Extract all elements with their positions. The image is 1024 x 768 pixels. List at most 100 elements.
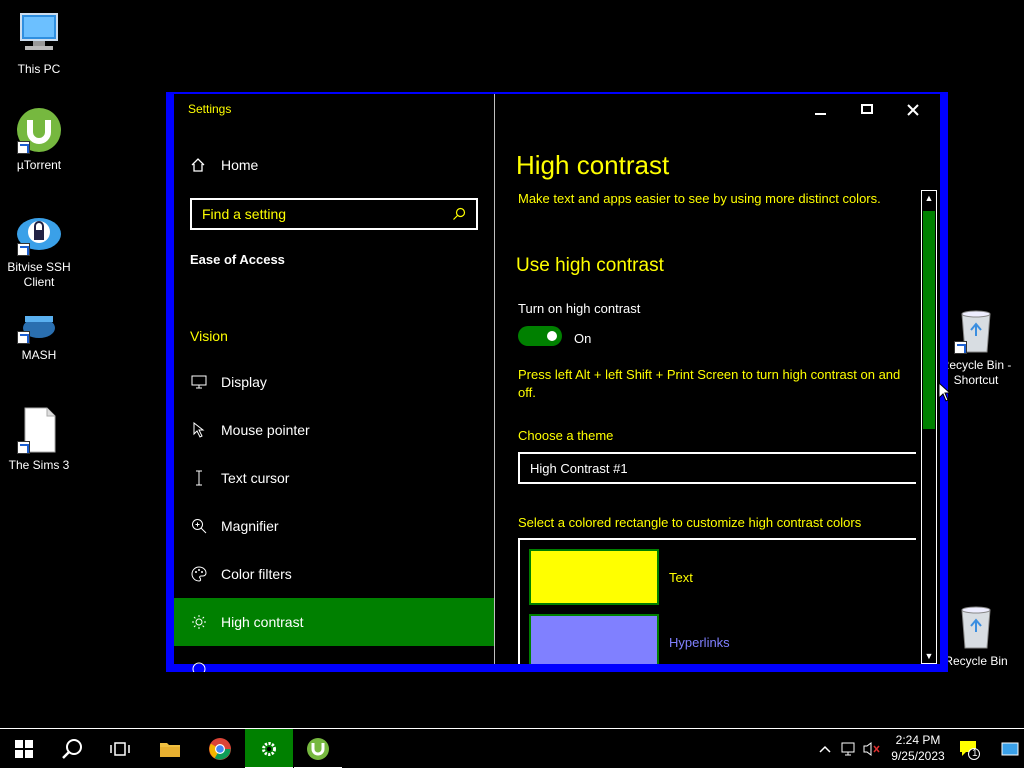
nav-item-label: Magnifier — [221, 518, 279, 534]
text-color-swatch[interactable] — [529, 549, 659, 605]
window-title: Settings — [188, 102, 232, 116]
scroll-up-arrow-icon[interactable]: ▲ — [922, 191, 936, 205]
search-box[interactable] — [190, 198, 478, 230]
volume-muted-icon — [863, 742, 880, 756]
nav-item-icon — [190, 660, 208, 672]
text-cursor-icon — [190, 469, 208, 487]
search-button[interactable] — [48, 729, 96, 768]
clock-date: 9/25/2023 — [891, 749, 945, 763]
theme-label: Choose a theme — [518, 428, 614, 443]
network-icon — [841, 742, 855, 756]
nav-item-label: High contrast — [221, 614, 304, 630]
mash-icon — [15, 312, 63, 344]
desktop-icon-bitvise[interactable]: Bitvise SSH Client — [1, 208, 77, 290]
toggle-state-label: On — [574, 331, 592, 346]
vertical-scrollbar[interactable]: ▲ ▼ — [921, 190, 937, 664]
settings-nav-pane: Settings Home Ease of Access Vision D — [174, 94, 494, 672]
toggle-label: Turn on high contrast — [518, 301, 641, 316]
maximize-button[interactable] — [844, 96, 890, 124]
utorrent-icon — [15, 106, 63, 154]
nav-item-display[interactable]: Display — [174, 358, 494, 406]
color-swatch-panel: Text Hyperlinks — [518, 538, 916, 664]
windows-logo-icon — [15, 740, 33, 758]
close-icon — [907, 104, 919, 116]
shortcut-arrow-icon — [17, 441, 30, 454]
maximize-icon — [861, 104, 873, 114]
utorrent-taskbar-button[interactable] — [294, 729, 342, 768]
shortcut-arrow-icon — [954, 341, 967, 354]
desktop-icon-this-pc[interactable]: This PC — [1, 10, 77, 77]
nav-item-color-filters[interactable]: Color filters — [174, 550, 494, 598]
settings-window: Settings Home Ease of Access Vision D — [166, 92, 948, 672]
nav-home-label: Home — [221, 157, 259, 173]
shortcut-arrow-icon — [17, 141, 30, 154]
search-icon[interactable] — [452, 207, 466, 221]
start-button[interactable] — [0, 729, 48, 768]
palette-icon — [190, 565, 208, 583]
swatch-row-hyperlinks[interactable]: Hyperlinks — [529, 613, 909, 664]
nav-item-text-cursor[interactable]: Text cursor — [174, 454, 494, 502]
desktop-icon-utorrent[interactable]: µTorrent — [1, 106, 77, 173]
bitvise-icon — [15, 208, 63, 256]
swatch-row-text[interactable]: Text — [529, 548, 909, 606]
show-desktop-button[interactable] — [996, 729, 1024, 768]
theme-select[interactable]: High Contrast #1 — [518, 452, 916, 484]
action-center-button[interactable]: 1 — [952, 729, 986, 768]
shortcut-arrow-icon — [17, 243, 30, 256]
desktop-icon-recycle-bin[interactable]: Recycle Bin — [936, 602, 1016, 669]
home-icon — [190, 157, 206, 173]
file-icon — [15, 406, 63, 454]
file-explorer-button[interactable] — [146, 729, 194, 768]
theme-select-value: High Contrast #1 — [530, 460, 628, 476]
high-contrast-toggle[interactable] — [518, 326, 562, 346]
close-button[interactable] — [890, 96, 936, 124]
page-title: High contrast — [516, 150, 670, 180]
sun-icon — [190, 613, 208, 631]
chrome-icon — [209, 738, 231, 760]
nav-item-partial[interactable] — [174, 646, 494, 672]
settings-window-body: Settings Home Ease of Access Vision D — [174, 94, 940, 672]
recycle-bin-icon — [952, 602, 1000, 650]
task-view-button[interactable] — [96, 729, 144, 768]
desktop-icon-the-sims-3[interactable]: The Sims 3 — [1, 406, 77, 473]
desktop-icon-label: µTorrent — [16, 158, 62, 172]
chrome-button[interactable] — [196, 729, 244, 768]
computer-icon — [15, 10, 63, 58]
nav-group-title: Vision — [190, 328, 228, 344]
desktop-icon-label: MASH — [21, 348, 57, 362]
scroll-down-arrow-icon[interactable]: ▼ — [922, 649, 936, 663]
volume-tray-button[interactable] — [860, 729, 884, 768]
shortcut-arrow-icon — [17, 331, 30, 344]
nav-item-label: Mouse pointer — [221, 422, 310, 438]
desktop-icon-label: Recycle Bin — [944, 654, 1008, 668]
nav-home[interactable]: Home — [190, 154, 258, 176]
gear-icon — [262, 742, 276, 756]
show-hidden-icons-button[interactable] — [814, 729, 836, 768]
utorrent-icon — [307, 738, 329, 760]
desktop-icon-mash[interactable]: MASH — [1, 312, 77, 363]
settings-content-pane: High contrast Make text and apps easier … — [495, 94, 940, 664]
chevron-up-icon — [819, 745, 831, 753]
desktop-icon-recycle-bin-shortcut[interactable]: Recycle Bin - Shortcut — [936, 306, 1016, 388]
magnifier-icon — [190, 517, 208, 535]
nav-item-high-contrast[interactable]: High contrast — [174, 598, 494, 646]
network-tray-button[interactable] — [838, 729, 860, 768]
folder-icon — [160, 743, 180, 757]
shortcut-hint: Press left Alt + left Shift + Print Scre… — [518, 367, 901, 400]
recycle-bin-icon — [952, 306, 1000, 354]
scrollbar-thumb[interactable] — [923, 211, 935, 429]
page-subtitle: Make text and apps easier to see by usin… — [518, 191, 881, 206]
nav-item-magnifier[interactable]: Magnifier — [174, 502, 494, 550]
search-input[interactable] — [202, 206, 452, 222]
minimize-button[interactable] — [798, 96, 844, 124]
nav-section-title: Ease of Access — [190, 252, 285, 267]
nav-item-mouse-pointer[interactable]: Mouse pointer — [174, 406, 494, 454]
section-title: Use high contrast — [516, 255, 664, 276]
hyperlink-color-swatch[interactable] — [529, 614, 659, 664]
search-icon — [62, 739, 82, 759]
notification-count: 1 — [972, 748, 978, 759]
desktop-icon-label: This PC — [17, 62, 61, 76]
settings-taskbar-button[interactable] — [245, 729, 293, 768]
taskbar-clock[interactable]: 2:24 PM 9/25/2023 — [888, 732, 948, 764]
swatch-label: Hyperlinks — [669, 634, 730, 650]
